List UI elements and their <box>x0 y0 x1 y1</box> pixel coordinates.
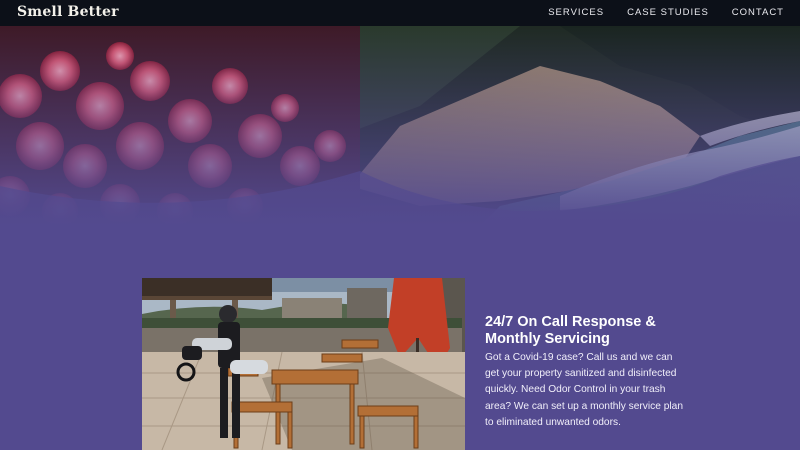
brand-logo-link[interactable]: Smell Better <box>17 4 119 20</box>
top-navbar: Smell Better SERVICES CASE STUDIES CONTA… <box>0 0 800 26</box>
nav-link-case-studies[interactable]: CASE STUDIES <box>627 7 709 18</box>
feature-heading: 24/7 On Call Response & Monthly Servicin… <box>485 314 656 347</box>
feature-description: Got a Covid-19 case? Call us and we can … <box>485 352 684 428</box>
sanitizing-photo <box>142 278 465 450</box>
hero-banner <box>0 26 800 226</box>
nav-link-contact[interactable]: CONTACT <box>732 7 784 18</box>
nav-link-services[interactable]: SERVICES <box>548 7 604 18</box>
hero-image <box>0 26 800 226</box>
main-nav: SERVICES CASE STUDIES CONTACT <box>548 7 784 18</box>
